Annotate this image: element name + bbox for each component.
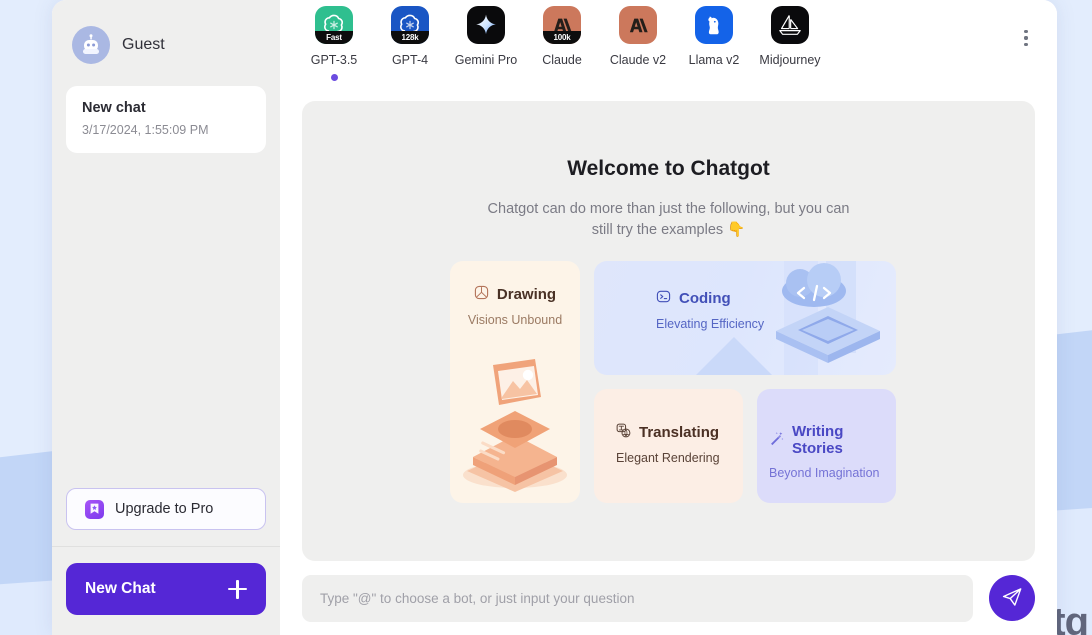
magic-wand-icon [769, 431, 784, 450]
kebab-menu-icon[interactable] [1017, 28, 1035, 48]
translate-icon [616, 423, 631, 442]
model-option-midjourney[interactable]: Midjourney [752, 6, 828, 67]
user-profile[interactable]: Guest [52, 0, 280, 86]
card-writing-subtitle: Beyond Imagination [769, 466, 880, 480]
model-option-gpt-3-5[interactable]: Fast GPT-3.5 [296, 6, 372, 81]
upgrade-to-pro-button[interactable]: Upgrade to Pro [66, 488, 266, 530]
send-button[interactable] [989, 575, 1035, 621]
model-label: GPT-4 [391, 53, 429, 67]
card-writing-title: Writing Stories [792, 423, 844, 457]
main-content: Fast GPT-3.5 128k GPT-4 Gemini Pro 100k Cla… [280, 0, 1057, 635]
user-name: Guest [122, 36, 165, 53]
message-input[interactable] [302, 574, 973, 622]
app-window: Guest New chat 3/17/2024, 1:55:09 PM Upg… [52, 0, 1057, 635]
example-card-coding[interactable]: Coding Elevating Efficiency [594, 261, 896, 375]
example-card-drawing[interactable]: Drawing Visions Unbound [450, 261, 580, 503]
upgrade-section: Upgrade to Pro [52, 488, 280, 546]
example-cards-bottom-row: Translating Elegant Rendering Writing St… [594, 389, 896, 503]
send-paper-plane-icon [1001, 586, 1023, 611]
model-badge: Fast [315, 31, 353, 44]
card-coding-subtitle: Elevating Efficiency [656, 317, 765, 331]
openai-icon: Fast [315, 6, 353, 44]
model-badge: 100k [543, 31, 581, 44]
model-option-gpt-4[interactable]: 128k GPT-4 [372, 6, 448, 67]
anthropic-icon: 100k [543, 6, 581, 44]
drawing-icon [474, 285, 489, 304]
new-chat-button[interactable]: New Chat [66, 563, 266, 615]
example-cards-right-column: Coding Elevating Efficiency Translating … [594, 261, 896, 503]
example-card-writing-stories[interactable]: Writing Stories Beyond Imagination [757, 389, 896, 503]
list-item[interactable]: New chat 3/17/2024, 1:55:09 PM [66, 86, 266, 153]
model-label: Claude v2 [609, 53, 667, 67]
gemini-sparkle-icon [467, 6, 505, 44]
page-title: Welcome to Chatgot [567, 157, 770, 180]
upgrade-label: Upgrade to Pro [115, 501, 214, 517]
model-option-claude-v2[interactable]: Claude v2 [600, 6, 676, 67]
card-translating-title: Translating [639, 424, 720, 441]
anthropic-icon [619, 6, 657, 44]
welcome-subtitle: Chatgot can do more than just the follow… [487, 201, 850, 238]
model-label: Midjourney [759, 53, 821, 67]
model-selector-strip: Fast GPT-3.5 128k GPT-4 Gemini Pro 100k Cla… [280, 0, 1057, 94]
bookmark-star-icon [85, 499, 104, 519]
sidebar-footer: New Chat [52, 546, 280, 635]
plus-icon [228, 579, 247, 599]
new-chat-label: New Chat [85, 580, 156, 597]
llama-icon [695, 6, 733, 44]
robot-avatar-icon [72, 26, 110, 64]
card-coding-title: Coding [679, 290, 731, 307]
composer-bar [280, 561, 1057, 635]
card-writing-head: Writing Stories [769, 423, 896, 457]
card-drawing-head: Drawing [450, 285, 580, 304]
sailboat-icon [771, 6, 809, 44]
model-label: GPT-3.5 [310, 53, 358, 67]
model-label: Gemini Pro [454, 53, 518, 67]
model-label: Claude [542, 53, 582, 67]
chat-list: New chat 3/17/2024, 1:55:09 PM [52, 86, 280, 488]
model-active-indicator [330, 74, 338, 81]
chat-title: New chat [82, 100, 146, 116]
card-coding-head: Coding [656, 289, 896, 308]
model-option-llama-v2[interactable]: Llama v2 [676, 6, 752, 67]
card-translating-head: Translating [616, 423, 743, 442]
model-badge: 128k [391, 31, 429, 44]
model-option-claude[interactable]: 100k Claude [524, 6, 600, 67]
sidebar: Guest New chat 3/17/2024, 1:55:09 PM Upg… [52, 0, 280, 635]
chat-timestamp: 3/17/2024, 1:55:09 PM [82, 123, 209, 137]
welcome-panel: Welcome to Chatgot Chatgot can do more t… [302, 101, 1035, 561]
terminal-icon [656, 289, 671, 308]
card-drawing-subtitle: Visions Unbound [467, 313, 563, 327]
example-cards: Drawing Visions Unbound Coding Elevating… [450, 261, 896, 503]
card-drawing-title: Drawing [496, 286, 557, 303]
model-label: Llama v2 [688, 53, 740, 67]
openai-icon: 128k [391, 6, 429, 44]
example-card-translating[interactable]: Translating Elegant Rendering [594, 389, 743, 503]
drawing-illustration [463, 359, 567, 492]
model-option-gemini-pro[interactable]: Gemini Pro [448, 6, 524, 67]
card-translating-subtitle: Elegant Rendering [616, 451, 720, 465]
